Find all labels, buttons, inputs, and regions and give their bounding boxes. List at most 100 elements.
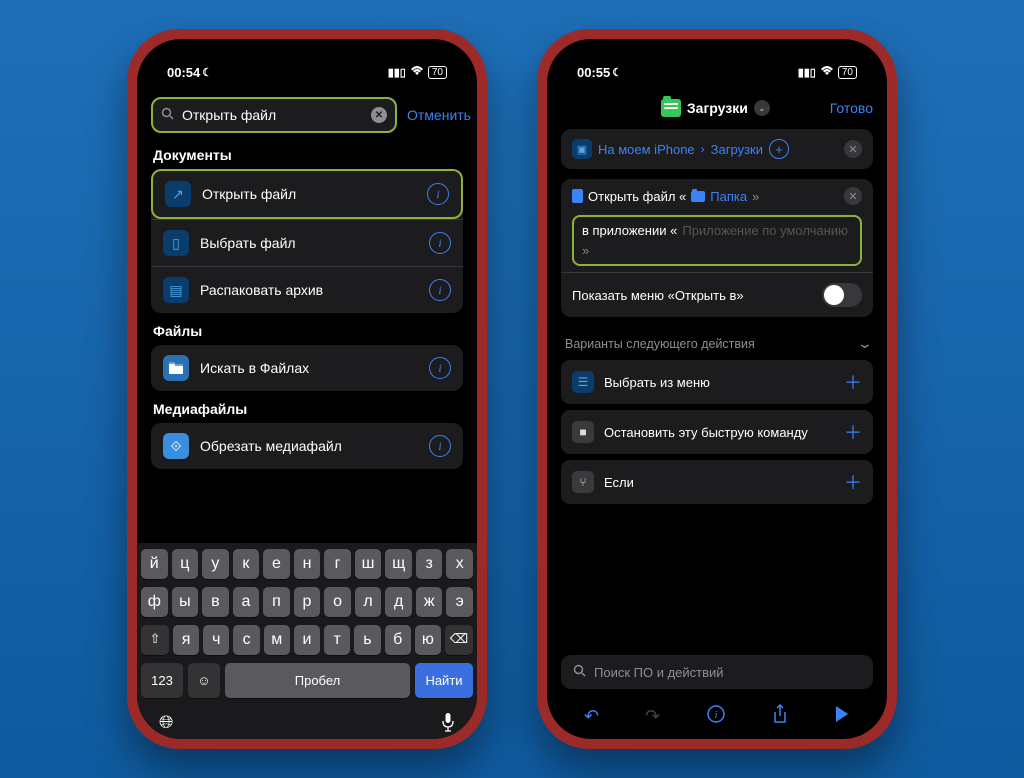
- chevron-down-icon[interactable]: ⌄: [754, 100, 770, 116]
- close-icon[interactable]: ✕: [844, 140, 862, 158]
- info-icon[interactable]: i: [429, 357, 451, 379]
- search-box[interactable]: ✕: [151, 97, 397, 133]
- mic-icon[interactable]: [441, 712, 455, 737]
- action-open-file[interactable]: ↗ Открыть файл i: [151, 169, 463, 219]
- action-search-files[interactable]: Искать в Файлах i: [151, 345, 463, 391]
- plus-icon[interactable]: ＋: [844, 369, 862, 395]
- numeric-key[interactable]: 123: [141, 663, 183, 698]
- search-input[interactable]: [180, 106, 365, 124]
- key[interactable]: д: [385, 587, 412, 617]
- key[interactable]: ь: [354, 625, 380, 655]
- key[interactable]: х: [446, 549, 473, 579]
- action-select-file[interactable]: ▯ Выбрать файл i: [151, 219, 463, 266]
- cancel-button[interactable]: Отменить: [407, 107, 471, 123]
- key[interactable]: г: [324, 549, 351, 579]
- phone-left: 00:54 ☾ ▮▮▯ 70 ✕ Отменить: [127, 29, 487, 749]
- search-icon: [161, 107, 174, 123]
- chevron-down-icon[interactable]: ⌄: [857, 335, 873, 352]
- key[interactable]: т: [324, 625, 350, 655]
- document-icon: [572, 189, 583, 203]
- key[interactable]: а: [233, 587, 260, 617]
- next-choose-menu[interactable]: ☰ Выбрать из меню ＋: [561, 360, 873, 404]
- header-title[interactable]: Загрузки ⌄: [661, 99, 770, 117]
- signal-icon: ▮▮▯: [798, 66, 816, 79]
- key[interactable]: р: [294, 587, 321, 617]
- key[interactable]: и: [294, 625, 320, 655]
- wifi-icon: [410, 65, 424, 79]
- add-path-icon[interactable]: +: [769, 139, 789, 159]
- next-label: Остановить эту быструю команду: [604, 425, 808, 440]
- key[interactable]: н: [294, 549, 321, 579]
- key[interactable]: с: [233, 625, 259, 655]
- plus-icon[interactable]: ＋: [844, 419, 862, 445]
- next-label: Если: [604, 475, 634, 490]
- next-stop[interactable]: ■ Остановить эту быструю команду ＋: [561, 410, 873, 454]
- screen-right: 00:55 ☾ ▮▮▯ 70 Загрузки ⌄ Готово: [547, 39, 887, 739]
- key[interactable]: о: [324, 587, 351, 617]
- kb-footer: 🌐︎: [141, 706, 473, 739]
- clear-icon[interactable]: ✕: [371, 107, 387, 123]
- next-if[interactable]: ⑂ Если ＋: [561, 460, 873, 504]
- key[interactable]: ж: [416, 587, 443, 617]
- emoji-key[interactable]: ☺: [188, 663, 220, 698]
- breadcrumb[interactable]: ▣ На моем iPhone › Загрузки + ✕: [561, 129, 873, 169]
- phone-right: 00:55 ☾ ▮▮▯ 70 Загрузки ⌄ Готово: [537, 29, 897, 749]
- key[interactable]: ф: [141, 587, 168, 617]
- key[interactable]: я: [173, 625, 199, 655]
- key[interactable]: щ: [385, 549, 412, 579]
- key[interactable]: ц: [172, 549, 199, 579]
- space-key[interactable]: Пробел: [225, 663, 410, 698]
- battery-icon: 70: [838, 66, 857, 79]
- key[interactable]: п: [263, 587, 290, 617]
- key[interactable]: ю: [415, 625, 441, 655]
- key[interactable]: м: [264, 625, 290, 655]
- info-icon[interactable]: i: [429, 232, 451, 254]
- status-time: 00:55: [577, 65, 610, 80]
- folder-param[interactable]: Папка: [710, 189, 747, 204]
- footer-search[interactable]: Поиск ПО и действий: [561, 655, 873, 689]
- globe-icon[interactable]: 🌐︎: [159, 712, 173, 737]
- key[interactable]: б: [385, 625, 411, 655]
- play-icon[interactable]: [834, 705, 850, 728]
- screen-left: 00:54 ☾ ▮▮▯ 70 ✕ Отменить: [137, 39, 477, 739]
- find-key[interactable]: Найти: [415, 663, 473, 698]
- key[interactable]: е: [263, 549, 290, 579]
- key[interactable]: ч: [203, 625, 229, 655]
- kb-row-4: 123 ☺ Пробел Найти: [141, 663, 473, 698]
- folder-icon: [691, 191, 705, 202]
- key[interactable]: ы: [172, 587, 199, 617]
- key[interactable]: у: [202, 549, 229, 579]
- toggle-switch[interactable]: [822, 283, 862, 307]
- done-button[interactable]: Готово: [830, 100, 873, 116]
- key[interactable]: в: [202, 587, 229, 617]
- key[interactable]: э: [446, 587, 473, 617]
- plus-icon[interactable]: ＋: [844, 469, 862, 495]
- info-icon[interactable]: i: [429, 279, 451, 301]
- app-param[interactable]: Приложение по умолчанию: [682, 223, 847, 238]
- next-actions-header[interactable]: Варианты следующего действия ⌄: [561, 327, 873, 360]
- breadcrumb-card: ▣ На моем iPhone › Загрузки + ✕: [561, 129, 873, 169]
- key[interactable]: ш: [355, 549, 382, 579]
- backspace-key[interactable]: ⌫: [445, 625, 473, 655]
- key[interactable]: з: [416, 549, 443, 579]
- next-label: Выбрать из меню: [604, 375, 710, 390]
- key[interactable]: л: [355, 587, 382, 617]
- share-icon[interactable]: [772, 704, 788, 729]
- bottom-toolbar: ↶ ↷ i: [561, 696, 873, 737]
- undo-icon[interactable]: ↶: [584, 706, 599, 727]
- breadcrumb-loc2[interactable]: Загрузки: [711, 142, 763, 157]
- archive-icon: ▤: [163, 277, 189, 303]
- close-icon[interactable]: ✕: [844, 187, 862, 205]
- shift-key[interactable]: ⇧: [141, 625, 169, 655]
- breadcrumb-loc1[interactable]: На моем iPhone: [598, 142, 695, 157]
- action-unpack-archive[interactable]: ▤ Распаковать архив i: [151, 266, 463, 313]
- key[interactable]: й: [141, 549, 168, 579]
- info-icon[interactable]: i: [706, 704, 726, 729]
- action-text: Открыть файл «: [588, 189, 686, 204]
- key[interactable]: к: [233, 549, 260, 579]
- action-text: »: [752, 189, 759, 204]
- crop-icon: ⟐: [163, 433, 189, 459]
- info-icon[interactable]: i: [429, 435, 451, 457]
- action-crop-media[interactable]: ⟐ Обрезать медиафайл i: [151, 423, 463, 469]
- info-icon[interactable]: i: [427, 183, 449, 205]
